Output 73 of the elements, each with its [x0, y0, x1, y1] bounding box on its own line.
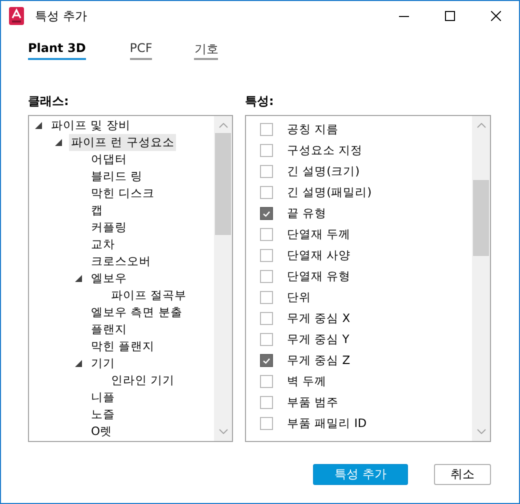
classes-label: 클래스:	[28, 93, 70, 110]
scroll-down-icon[interactable]	[476, 429, 486, 434]
tree-item[interactable]: 블리드 링	[89, 168, 145, 185]
tree-item[interactable]: 크로스오버	[89, 253, 153, 270]
close-icon[interactable]	[491, 11, 501, 21]
app-logo-icon	[9, 7, 24, 25]
tree-item[interactable]: 어댑터	[89, 151, 129, 168]
tab[interactable]: 기호	[194, 41, 218, 60]
tree-item[interactable]: 파이프 및 장비	[49, 117, 132, 134]
tree-item[interactable]: 막힌 플랜지	[89, 338, 157, 355]
tree-item[interactable]: 파이프 절곡부	[109, 287, 189, 304]
check-icon	[263, 210, 270, 216]
cancel-button[interactable]: 취소	[434, 464, 491, 485]
properties-label: 특성:	[245, 93, 275, 110]
checkbox[interactable]	[260, 144, 273, 157]
scroll-thumb[interactable]	[215, 133, 231, 235]
property-label: 단열재 사양	[287, 248, 351, 263]
checkbox[interactable]	[260, 333, 273, 346]
window-title: 특성 추가	[35, 8, 88, 24]
property-label: 무게 중심 Y	[287, 332, 350, 347]
expanded-triangle-icon[interactable]	[75, 360, 82, 367]
scroll-thumb[interactable]	[473, 180, 489, 256]
tree-item[interactable]: 엘보우 측면 분출	[89, 304, 184, 321]
tab[interactable]: PCF	[130, 41, 152, 60]
tab[interactable]: Plant 3D	[28, 41, 86, 60]
expanded-triangle-icon[interactable]	[55, 139, 62, 146]
expanded-triangle-icon[interactable]	[75, 275, 82, 282]
tree-item[interactable]: 엘보우	[89, 270, 129, 287]
property-label: 구성요소 지정	[287, 143, 363, 158]
property-label: 단위	[287, 290, 311, 305]
tree-item[interactable]: 인라인 기기	[109, 372, 177, 389]
checkbox[interactable]	[260, 207, 273, 220]
checkbox[interactable]	[260, 375, 273, 388]
tree-item[interactable]: 파이프 런 구성요소	[69, 134, 176, 151]
tree-item[interactable]: 막힌 디스크	[89, 185, 157, 202]
property-label: 긴 설명(크기)	[287, 164, 360, 179]
checkbox[interactable]	[260, 312, 273, 325]
property-label: 무게 중심 X	[287, 311, 350, 326]
maximize-icon[interactable]	[445, 11, 455, 21]
tree-item[interactable]: 노즐	[89, 406, 117, 423]
expanded-triangle-icon[interactable]	[35, 122, 42, 129]
property-label: 단열재 두께	[287, 227, 351, 242]
checkbox[interactable]	[260, 291, 273, 304]
checkbox[interactable]	[260, 123, 273, 136]
scroll-down-icon[interactable]	[218, 429, 228, 434]
tree-item[interactable]: 교차	[89, 236, 117, 253]
scroll-up-icon[interactable]	[218, 123, 228, 128]
property-label: 벽 두께	[287, 374, 327, 389]
checkbox[interactable]	[260, 270, 273, 283]
property-label: 공칭 지름	[287, 122, 339, 137]
scroll-up-icon[interactable]	[476, 123, 486, 128]
tree-item[interactable]: 캡	[89, 202, 105, 219]
checkbox[interactable]	[260, 354, 273, 367]
checkbox[interactable]	[260, 249, 273, 262]
scrollbar[interactable]	[214, 116, 232, 441]
property-label: 단열재 유형	[287, 269, 351, 284]
property-label: 부품 범주	[287, 395, 339, 410]
tree-item[interactable]: 니플	[89, 389, 117, 406]
tree-item[interactable]: 플랜지	[89, 321, 129, 338]
property-label: 무게 중심 Z	[287, 353, 350, 368]
tree-item[interactable]: O렛	[89, 423, 114, 440]
property-label: 끝 유형	[287, 206, 327, 221]
checkbox[interactable]	[260, 396, 273, 409]
property-label: 부품 패밀리 ID	[287, 416, 367, 431]
tree-item[interactable]: 기기	[89, 355, 117, 372]
checkbox[interactable]	[260, 417, 273, 430]
check-icon	[263, 358, 270, 364]
checkbox[interactable]	[260, 186, 273, 199]
tree-item[interactable]: 커플링	[89, 219, 129, 236]
property-label: 긴 설명(패밀리)	[287, 185, 372, 200]
scrollbar[interactable]	[472, 116, 490, 441]
checkbox[interactable]	[260, 165, 273, 178]
checkbox[interactable]	[260, 228, 273, 241]
